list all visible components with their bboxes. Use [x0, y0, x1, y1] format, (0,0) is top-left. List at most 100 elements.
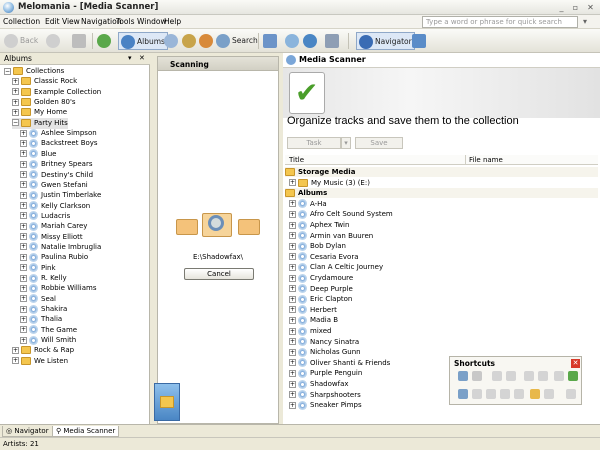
- albums-button[interactable]: Albums: [118, 32, 168, 50]
- expand-toggle-icon[interactable]: +: [20, 274, 27, 282]
- shortcut-find-icon[interactable]: [524, 371, 534, 381]
- shortcut-move-icon[interactable]: [486, 389, 496, 399]
- refresh-button[interactable]: [97, 32, 113, 50]
- column-title[interactable]: Title: [289, 156, 304, 164]
- expand-toggle-icon[interactable]: +: [20, 212, 27, 220]
- tree-item-artist[interactable]: + Pink: [20, 263, 56, 274]
- menu-window[interactable]: Window: [137, 17, 167, 26]
- tree-item-artist[interactable]: + The Game: [20, 325, 77, 336]
- task-button[interactable]: Task: [287, 137, 341, 149]
- shortcut-options-icon[interactable]: [472, 371, 482, 381]
- navigator-button[interactable]: Navigator: [356, 32, 415, 50]
- expand-toggle-icon[interactable]: +: [12, 357, 19, 365]
- tree-item-artist[interactable]: + Natalie Imbruglia: [20, 242, 101, 253]
- album-item[interactable]: + Bob Dylan: [289, 241, 346, 252]
- tree-item-folder[interactable]: + Golden 80's: [12, 97, 76, 108]
- expand-toggle-icon[interactable]: +: [12, 77, 19, 85]
- expand-toggle-icon[interactable]: +: [289, 253, 296, 261]
- expand-toggle-icon[interactable]: −: [12, 119, 19, 127]
- cancel-button[interactable]: Cancel: [184, 268, 254, 280]
- scanner-button[interactable]: [412, 32, 428, 50]
- shortcut-more-icon[interactable]: [566, 389, 576, 399]
- tree-item-artist[interactable]: + Destiny's Child: [20, 170, 93, 181]
- expand-toggle-icon[interactable]: +: [20, 160, 27, 168]
- menu-tools[interactable]: Tools: [116, 17, 134, 26]
- shortcut-properties-icon[interactable]: [538, 371, 548, 381]
- expand-toggle-icon[interactable]: +: [289, 263, 296, 271]
- album-item[interactable]: + Deep Purple: [289, 284, 353, 295]
- tree-item-artist[interactable]: + Ludacris: [20, 211, 70, 222]
- expand-toggle-icon[interactable]: +: [289, 200, 296, 208]
- shortcut-up-icon[interactable]: [554, 371, 564, 381]
- expand-toggle-icon[interactable]: +: [289, 348, 296, 356]
- expand-toggle-icon[interactable]: +: [289, 316, 296, 324]
- expand-toggle-icon[interactable]: +: [20, 202, 27, 210]
- shortcut-edit-icon[interactable]: [492, 371, 502, 381]
- expand-toggle-icon[interactable]: +: [20, 181, 27, 189]
- tree-item-folder[interactable]: + My Home: [12, 107, 67, 118]
- pane-dropdown-icon[interactable]: ▾: [128, 54, 132, 62]
- album-item[interactable]: + Afro Celt Sound System: [289, 209, 393, 220]
- tree-item-folder[interactable]: − Collections: [4, 66, 64, 77]
- expand-toggle-icon[interactable]: +: [12, 88, 19, 96]
- album-item[interactable]: + Nicholas Gunn: [289, 347, 361, 358]
- expand-toggle-icon[interactable]: +: [20, 129, 27, 137]
- find-button[interactable]: [285, 32, 301, 50]
- expand-toggle-icon[interactable]: +: [289, 285, 296, 293]
- group-albums[interactable]: Albums: [285, 188, 598, 199]
- album-item[interactable]: + Nancy Sinatra: [289, 337, 359, 348]
- genres-button[interactable]: [182, 32, 198, 50]
- restore-button[interactable]: ▫: [569, 2, 582, 13]
- expand-toggle-icon[interactable]: +: [289, 306, 296, 314]
- tree-item-artist[interactable]: + Gwen Stefani: [20, 180, 88, 191]
- tree-item-artist[interactable]: + Thalia: [20, 314, 62, 325]
- album-item[interactable]: + Madia B: [289, 315, 338, 326]
- tab-navigator[interactable]: ◎ Navigator: [2, 426, 53, 437]
- search-button[interactable]: Search: [216, 32, 258, 50]
- shortcuts-close-icon[interactable]: ✕: [571, 359, 580, 368]
- album-item[interactable]: + Aphex Twin: [289, 220, 349, 231]
- album-item[interactable]: + Sneaker Pimps: [289, 400, 362, 411]
- album-item[interactable]: + Cesaria Evora: [289, 252, 358, 263]
- shortcut-scan-icon[interactable]: [458, 371, 468, 381]
- expand-toggle-icon[interactable]: +: [20, 191, 27, 199]
- forward-button[interactable]: [46, 32, 62, 50]
- expand-toggle-icon[interactable]: +: [20, 336, 27, 344]
- expand-toggle-icon[interactable]: +: [12, 346, 19, 354]
- expand-toggle-icon[interactable]: +: [20, 284, 27, 292]
- expand-toggle-icon[interactable]: +: [289, 221, 296, 229]
- view-button[interactable]: [325, 32, 341, 50]
- tree-item-artist[interactable]: + Robbie Williams: [20, 283, 97, 294]
- expand-toggle-icon[interactable]: −: [4, 67, 11, 75]
- tree-item-artist[interactable]: + Justin Timberlake: [20, 190, 101, 201]
- expand-toggle-icon[interactable]: +: [20, 295, 27, 303]
- shortcut-delete-icon[interactable]: [506, 371, 516, 381]
- tab-media-scanner[interactable]: ⚲ Media Scanner: [52, 426, 120, 437]
- shortcut-list-icon[interactable]: [500, 389, 510, 399]
- storage-item[interactable]: + My Music (3) (E:): [289, 178, 370, 189]
- minimize-button[interactable]: _: [555, 2, 568, 13]
- tree-item-artist[interactable]: + Blue: [20, 149, 57, 160]
- expand-toggle-icon[interactable]: +: [289, 327, 296, 335]
- up-button[interactable]: [72, 32, 88, 50]
- tree-item-folder[interactable]: + Rock & Rap: [12, 345, 74, 356]
- shortcut-copy-icon[interactable]: [472, 389, 482, 399]
- album-item[interactable]: + Sharpshooters: [289, 390, 361, 401]
- expand-toggle-icon[interactable]: +: [289, 338, 296, 346]
- shortcut-add-icon[interactable]: [458, 389, 468, 399]
- expand-toggle-icon[interactable]: +: [20, 150, 27, 158]
- album-item[interactable]: + Purple Penguin: [289, 368, 362, 379]
- expand-toggle-icon[interactable]: +: [289, 295, 296, 303]
- expand-toggle-icon[interactable]: +: [289, 210, 296, 218]
- album-item[interactable]: + mixed: [289, 326, 331, 337]
- tree-item-artist[interactable]: + Shakira: [20, 304, 67, 315]
- menu-edit[interactable]: Edit: [45, 17, 60, 26]
- expand-toggle-icon[interactable]: +: [289, 401, 296, 409]
- album-item[interactable]: + Clan A Celtic Journey: [289, 262, 383, 273]
- web-button[interactable]: [303, 32, 319, 50]
- tree-item-folder[interactable]: + Example Collection: [12, 87, 101, 98]
- album-item[interactable]: + Armin van Buuren: [289, 231, 373, 242]
- tree-item-folder[interactable]: + Classic Rock: [12, 76, 77, 87]
- years-button[interactable]: [199, 32, 215, 50]
- tree-item-artist[interactable]: + Seal: [20, 294, 56, 305]
